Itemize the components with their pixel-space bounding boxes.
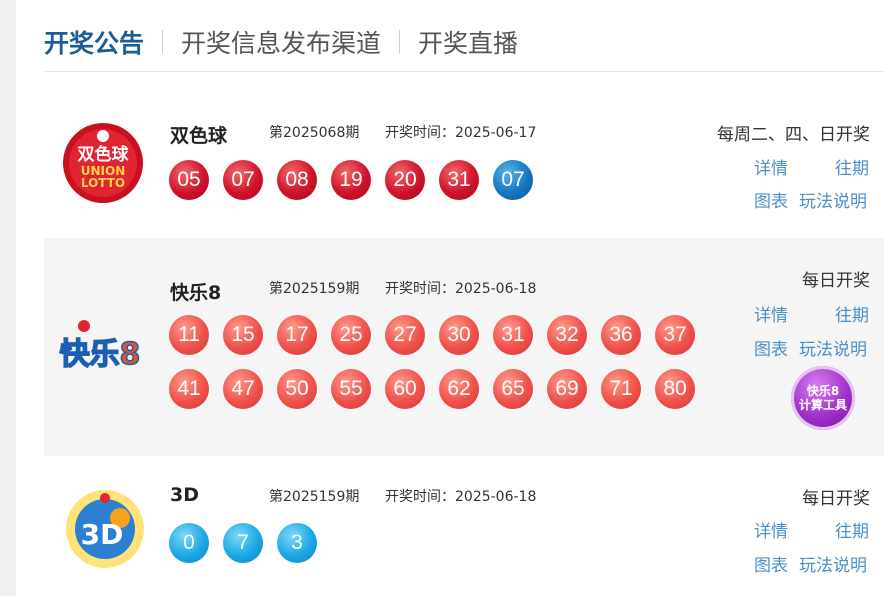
kl8-logo-icon[interactable]: 快乐8 <box>54 314 150 384</box>
ssq-history-link[interactable]: 往期 <box>835 154 869 179</box>
ssq-draw-time: 开奖时间：2025-06-17 <box>385 122 536 142</box>
fc3d-schedule: 每日开奖 <box>802 489 870 509</box>
kl8-schedule: 每日开奖 <box>802 271 870 291</box>
kl8-name[interactable]: 快乐8 <box>170 278 221 305</box>
kl8-draw-time: 开奖时间：2025-06-18 <box>385 278 536 298</box>
time-label: 开奖时间： <box>385 489 455 505</box>
left-sidebar-strip <box>0 0 16 596</box>
kl8-ball: 17 <box>277 315 317 355</box>
ssq-logo-icon[interactable]: 双色球 UNION LOTTO <box>62 122 144 204</box>
kl8-ball: 71 <box>601 369 641 409</box>
kl8-ball: 11 <box>169 315 209 355</box>
fc3d-history-link[interactable]: 往期 <box>835 517 869 542</box>
kl8-ball: 65 <box>493 369 533 409</box>
fc3d-issue: 第2025159期 <box>269 489 360 505</box>
kl8-ball: 60 <box>385 369 425 409</box>
ssq-logo-text: 双色球 <box>78 144 130 165</box>
time-label: 开奖时间： <box>385 125 455 141</box>
kl8-chart-link[interactable]: 图表 <box>754 335 788 360</box>
header-divider <box>44 71 884 72</box>
fc3d-logo-icon[interactable]: 3D <box>64 488 146 570</box>
calc-label-line1: 快乐8 <box>806 384 840 398</box>
fc3d-ball: 3 <box>277 523 317 563</box>
lottery-row-ssq: 双色球 UNION LOTTO 双色球 第2025068期 开奖时间：2025-… <box>44 90 884 230</box>
tab-bar: 开奖公告 开奖信息发布渠道 开奖直播 <box>44 22 518 62</box>
kl8-ball: 36 <box>601 315 641 355</box>
red-ball: 05 <box>169 160 209 200</box>
kl8-history-link[interactable]: 往期 <box>835 301 869 326</box>
kl8-ball: 41 <box>169 369 209 409</box>
fc3d-draw-date: 2025-06-18 <box>455 489 537 505</box>
lottery-row-kl8: 快乐8 快乐8 第2025159期 开奖时间：2025-06-18 11 15 … <box>44 238 884 456</box>
fc3d-balls: 0 7 3 <box>169 523 369 577</box>
kl8-logo-text: 快乐8 <box>60 337 141 372</box>
red-ball: 07 <box>223 160 263 200</box>
red-ball: 19 <box>331 160 371 200</box>
kl8-draw-date: 2025-06-18 <box>455 281 537 297</box>
fc3d-chart-link[interactable]: 图表 <box>754 551 788 576</box>
tab-draw-announcement[interactable]: 开奖公告 <box>44 24 144 60</box>
kl8-detail-link[interactable]: 详情 <box>754 301 788 326</box>
red-ball: 31 <box>439 160 479 200</box>
tab-release-channels[interactable]: 开奖信息发布渠道 <box>181 24 381 60</box>
kl8-ball: 62 <box>439 369 479 409</box>
ssq-detail-link[interactable]: 详情 <box>754 154 788 179</box>
tab-live-draw[interactable]: 开奖直播 <box>418 24 518 60</box>
red-ball: 20 <box>385 160 425 200</box>
fc3d-ball: 7 <box>223 523 263 563</box>
kl8-ball: 31 <box>493 315 533 355</box>
lottery-row-3d: 3D 3D 第2025159期 开奖时间：2025-06-18 0 7 3 每日… <box>44 456 884 596</box>
kl8-rules-link[interactable]: 玩法说明 <box>799 335 867 360</box>
kl8-ball: 80 <box>655 369 695 409</box>
tab-divider <box>399 30 401 54</box>
time-label: 开奖时间： <box>385 281 455 297</box>
kl8-ball: 15 <box>223 315 263 355</box>
blue-ball: 07 <box>493 160 533 200</box>
kl8-balls: 11 15 17 25 27 30 31 32 36 37 41 47 50 5… <box>169 315 714 423</box>
kl8-ball: 30 <box>439 315 479 355</box>
ssq-schedule: 每周二、四、日开奖 <box>717 125 870 145</box>
ssq-chart-link[interactable]: 图表 <box>754 187 788 212</box>
kl8-ball: 37 <box>655 315 695 355</box>
fc3d-rules-link[interactable]: 玩法说明 <box>799 551 867 576</box>
fc3d-draw-time: 开奖时间：2025-06-18 <box>385 486 536 506</box>
ssq-draw-date: 2025-06-17 <box>455 125 537 141</box>
calc-label-line2: 计算工具 <box>798 398 847 412</box>
tab-divider <box>162 30 164 54</box>
fc3d-name[interactable]: 3D <box>170 484 199 506</box>
fc3d-ball: 0 <box>169 523 209 563</box>
kl8-ball: 55 <box>331 369 371 409</box>
fc3d-logo-text: 3D <box>81 518 124 551</box>
kl8-ball: 32 <box>547 315 587 355</box>
ssq-rules-link[interactable]: 玩法说明 <box>799 187 867 212</box>
kl8-ball: 69 <box>547 369 587 409</box>
kl8-ball: 27 <box>385 315 425 355</box>
ssq-logo-sub2: LOTTO <box>81 176 125 190</box>
kl8-ball: 25 <box>331 315 371 355</box>
red-ball: 08 <box>277 160 317 200</box>
kl8-ball: 47 <box>223 369 263 409</box>
ssq-balls: 05 07 08 19 20 31 07 <box>169 160 589 214</box>
kl8-calculator-button[interactable]: 快乐8 计算工具 <box>791 366 855 430</box>
kl8-ball: 50 <box>277 369 317 409</box>
kl8-issue: 第2025159期 <box>269 281 360 297</box>
ssq-issue: 第2025068期 <box>269 125 360 141</box>
fc3d-detail-link[interactable]: 详情 <box>754 517 788 542</box>
ssq-name[interactable]: 双色球 <box>170 121 227 148</box>
